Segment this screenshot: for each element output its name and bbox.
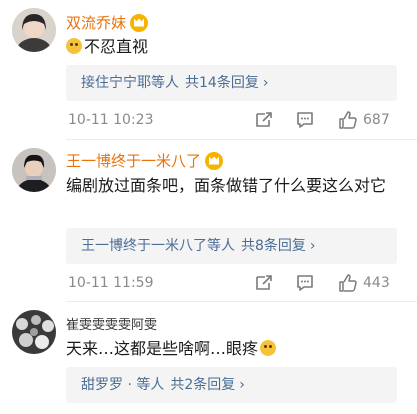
chevron-right-icon: › [262,75,269,91]
comment-button[interactable] [295,271,315,295]
share-button[interactable] [254,108,274,132]
username[interactable]: 双流乔妹 [66,12,149,33]
replies-names: 接住宁宁耶等人 [81,75,179,91]
replies-link[interactable]: 甜罗罗 · 等人 共2条回复 › [66,367,397,403]
replies-link[interactable]: 王一博终于一米八了等人 共8条回复 › [66,228,397,264]
username-text[interactable]: 崔雯雯雯雯阿雯 [66,314,157,333]
comment-body: 天来…这都是些啥啊…眼疼 [66,339,259,358]
avatar[interactable] [12,310,56,354]
timestamp: 10-11 11:59 [68,275,154,291]
comment-button[interactable] [295,108,315,132]
vip-badge-icon [130,13,149,32]
comment-meta: 10-11 10:23 687 [68,108,397,132]
vip-badge-icon [205,151,224,170]
emoji-icon [260,340,277,356]
comment-text: 天来…这都是些啥啊…眼疼 [66,336,397,362]
chevron-right-icon: › [239,377,245,393]
share-button[interactable] [254,271,274,295]
comment-text: 编剧放过面条吧，面条做错了什么要这么对它 [66,173,397,199]
like-count: 443 [363,275,390,291]
username-text[interactable]: 王一博终于一米八了 [66,150,201,171]
divider [66,139,417,140]
timestamp: 10-11 10:23 [68,112,154,128]
thumbs-up-icon [339,111,357,129]
share-icon [256,275,272,290]
thumbs-up-icon [339,274,357,292]
comment-meta: 10-11 11:59 443 [68,271,397,295]
replies-link[interactable]: 接住宁宁耶等人 共14条回复 › [66,65,397,101]
comment-icon [297,275,313,291]
divider [66,301,417,302]
like-button[interactable]: 443 [338,271,390,295]
chevron-right-icon: › [309,238,316,254]
avatar[interactable] [12,148,56,192]
replies-names: 王一博终于一米八了等人 [81,238,235,254]
replies-names: 甜罗罗 · 等人 [81,377,165,393]
replies-total: 共14条回复 [185,75,259,91]
username-text[interactable]: 双流乔妹 [66,12,126,33]
comment-body: 编剧放过面条吧，面条做错了什么要这么对它 [66,176,387,195]
share-icon [256,112,272,127]
like-button[interactable]: 687 [338,108,390,132]
emoji-icon [66,38,82,54]
username[interactable]: 王一博终于一米八了 [66,150,224,171]
comment-body: 不忍直视 [84,37,149,56]
username[interactable]: 崔雯雯雯雯阿雯 [66,314,157,333]
avatar[interactable] [12,8,56,52]
replies-total: 共2条回复 [170,377,236,393]
comment-text: 不忍直视 [66,34,397,60]
replies-total: 共8条回复 [241,238,306,254]
like-count: 687 [363,112,390,128]
comment-icon [297,112,313,128]
